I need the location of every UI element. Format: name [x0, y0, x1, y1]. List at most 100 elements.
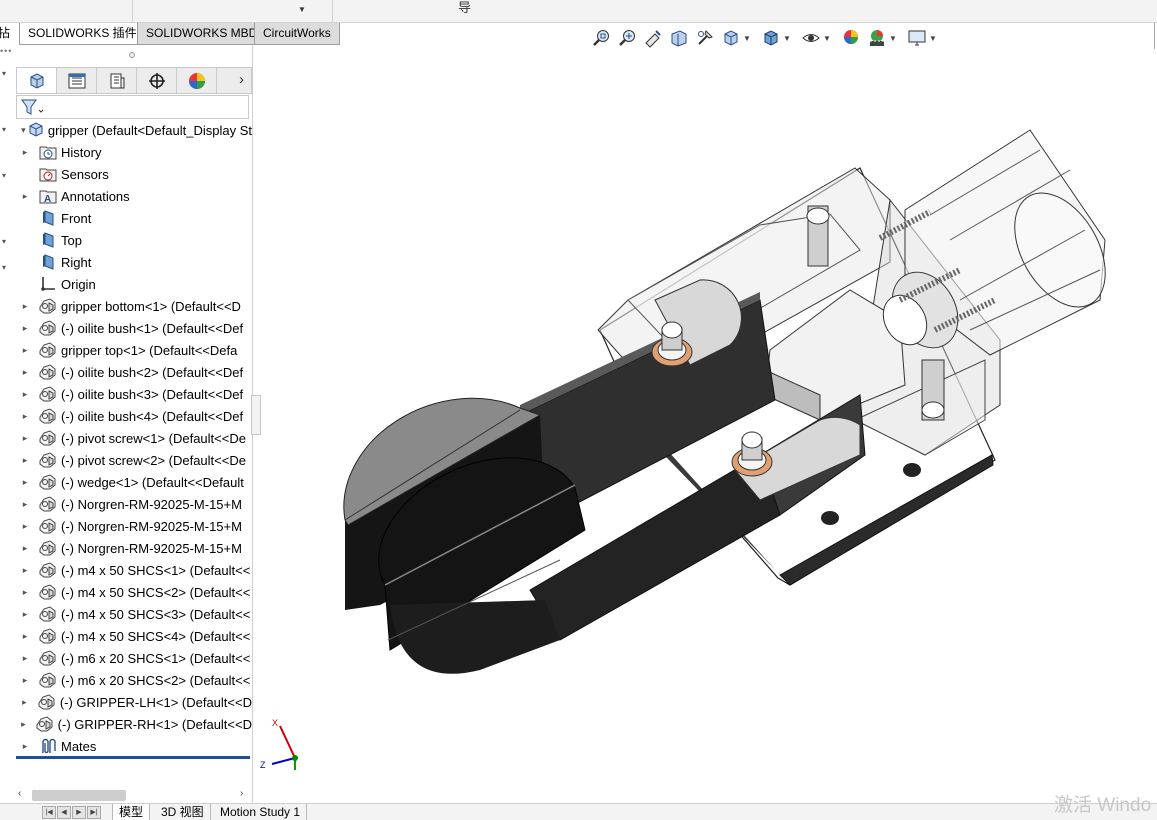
chevron-down-icon[interactable]: ▼ [783, 34, 791, 43]
expand-arrow-icon[interactable]: ▸ [20, 565, 30, 576]
tree-root-gripper[interactable]: ▾ gripper (Default<Default_Display St [16, 119, 252, 141]
tab-solidworks-addins[interactable]: SOLIDWORKS 插件 [19, 23, 146, 45]
tree-item[interactable]: ▸ A Annotations [16, 185, 252, 207]
tree-item[interactable]: ▸ (-) pivot screw<1> (Default<<De [16, 427, 252, 449]
expand-arrow-icon[interactable]: ▾ [20, 125, 27, 136]
tree-item[interactable]: ▸ (-) pivot screw<2> (Default<<De [16, 449, 252, 471]
expand-arrow-icon[interactable]: ▸ [20, 631, 30, 642]
filter-icon[interactable] [20, 98, 46, 118]
tree-item[interactable]: ▸ (-) m4 x 50 SHCS<2> (Default<< [16, 581, 252, 603]
part-icon [35, 715, 55, 733]
tree-item[interactable]: ▸ gripper top<1> (Default<<Defa [16, 339, 252, 361]
tab-3d-views[interactable]: 3D 视图 [155, 804, 211, 820]
tree-item[interactable]: ▸ History [16, 141, 252, 163]
tree-item-label: (-) oilite bush<4> (Default<<Def [61, 408, 244, 424]
chevron-down-icon[interactable]: ▼ [823, 34, 831, 43]
tree-item[interactable]: ▸ (-) GRIPPER-LH<1> (Default<<D [16, 691, 252, 713]
tree-item-label: (-) pivot screw<1> (Default<<De [61, 430, 246, 446]
expand-arrow-icon[interactable]: ▸ [20, 455, 30, 466]
tree-item[interactable]: ▸ (-) Norgren-RM-92025-M-15+M [16, 537, 252, 559]
expand-arrow-icon[interactable]: ▸ [20, 675, 30, 686]
tree-item[interactable]: ▸ (-) m6 x 20 SHCS<1> (Default<< [16, 647, 252, 669]
expand-arrow-icon[interactable]: ▸ [20, 345, 30, 356]
collapsed-panel-marks: ▾ ▾ ▾ ▾ ▾ [2, 69, 7, 272]
nav-label: 导 [458, 0, 472, 15]
tree-item[interactable]: ▸ (-) GRIPPER-RH<1> (Default<<D [16, 713, 252, 735]
tab-circuitworks[interactable]: CircuitWorks [254, 23, 340, 45]
prev-tab-icon[interactable]: ◀ [57, 806, 71, 819]
tab-display-manager[interactable] [177, 68, 217, 93]
tab-configuration-manager[interactable] [97, 68, 137, 93]
chevron-right-icon[interactable]: › [239, 71, 244, 88]
tree-item[interactable]: ▸ (-) m6 x 20 SHCS<2> (Default<< [16, 669, 252, 691]
chevron-down-icon[interactable]: ▼ [298, 5, 306, 14]
tree-filter[interactable] [16, 95, 249, 119]
tree-item[interactable]: ▸ (-) m4 x 50 SHCS<4> (Default<< [16, 625, 252, 647]
expand-arrow-icon[interactable]: ▸ [20, 367, 30, 378]
tree-horizontal-scrollbar[interactable]: ‹ › [16, 788, 250, 803]
tree-item-label: (-) m4 x 50 SHCS<3> (Default<< [61, 606, 251, 622]
next-tab-icon[interactable]: ▶ [72, 806, 86, 819]
expand-arrow-icon[interactable]: ▸ [20, 741, 30, 752]
scroll-right-icon[interactable]: › [240, 788, 243, 799]
tree-item[interactable]: ▸ gripper bottom<1> (Default<<D [16, 295, 252, 317]
tree-item[interactable]: ▸ (-) wedge<1> (Default<<Default [16, 471, 252, 493]
expand-arrow-icon[interactable]: ▸ [20, 697, 29, 708]
chevron-down-icon[interactable]: ▼ [929, 34, 937, 43]
expand-arrow-icon[interactable]: ▸ [20, 719, 27, 730]
part-icon [38, 539, 58, 557]
expand-arrow-icon[interactable]: ▸ [20, 411, 30, 422]
part-icon [38, 319, 58, 337]
tree-root-label: gripper (Default<Default_Display St [47, 122, 252, 138]
panel-handle[interactable] [129, 52, 135, 58]
tab-solidworks-mbd[interactable]: SOLIDWORKS MBD [137, 23, 267, 45]
tree-item[interactable]: Origin [16, 273, 252, 295]
tree-item[interactable]: ▸ (-) Norgren-RM-92025-M-15+M [16, 515, 252, 537]
tree-item[interactable]: Right [16, 251, 252, 273]
pneumatic-cylinder[interactable] [875, 129, 1124, 360]
tab-navigation: |◀ ◀ ▶ ▶| [42, 806, 102, 819]
triad-origin [292, 755, 298, 761]
tree-item[interactable]: ▸ (-) Norgren-RM-92025-M-15+M [16, 493, 252, 515]
chevron-down-icon[interactable]: ▼ [743, 34, 751, 43]
tree-item[interactable]: ▸ (-) m4 x 50 SHCS<3> (Default<< [16, 603, 252, 625]
tree-item[interactable]: ▸ (-) oilite bush<2> (Default<<Def [16, 361, 252, 383]
tab-property-manager[interactable] [57, 68, 97, 93]
tree-item[interactable]: ▸ (-) m4 x 50 SHCS<1> (Default<< [16, 559, 252, 581]
expand-arrow-icon[interactable]: ▸ [20, 323, 30, 334]
part-icon [38, 583, 58, 601]
tab-model[interactable]: 模型 [112, 804, 151, 820]
first-tab-icon[interactable]: |◀ [42, 806, 56, 819]
expand-arrow-icon[interactable]: ▸ [20, 521, 30, 532]
expand-arrow-icon[interactable]: ▸ [20, 147, 30, 158]
expand-arrow-icon[interactable]: ▸ [20, 653, 30, 664]
expand-arrow-icon[interactable]: ▸ [20, 609, 30, 620]
tree-item[interactable]: Sensors [16, 163, 252, 185]
tree-item[interactable]: ▸ (-) oilite bush<4> (Default<<Def [16, 405, 252, 427]
expand-arrow-icon[interactable]: ▸ [20, 477, 30, 488]
expand-arrow-icon[interactable]: ▸ [20, 587, 30, 598]
expand-arrow-icon[interactable]: ▸ [20, 499, 30, 510]
tree-item[interactable]: ▸ (-) oilite bush<3> (Default<<Def [16, 383, 252, 405]
last-tab-icon[interactable]: ▶| [87, 806, 101, 819]
tree-item[interactable]: Front [16, 207, 252, 229]
expand-arrow-icon[interactable]: ▸ [20, 389, 30, 400]
tab-motion-study[interactable]: Motion Study 1 [214, 804, 308, 820]
tab-feature-tree[interactable] [17, 68, 57, 93]
tree-item[interactable]: ▸ Mates [16, 735, 252, 757]
tree-item[interactable]: Top [16, 229, 252, 251]
graphics-viewport[interactable] [253, 45, 1157, 803]
expand-arrow-icon[interactable]: ▸ [20, 191, 30, 202]
expand-arrow-icon[interactable]: ▸ [20, 301, 30, 312]
tree-item[interactable]: ▸ (-) oilite bush<1> (Default<<Def [16, 317, 252, 339]
tree-item-label: (-) pivot screw<2> (Default<<De [61, 452, 246, 468]
part-icon [38, 605, 58, 623]
tab-partial[interactable]: 拈 [0, 23, 10, 44]
expand-arrow-icon[interactable]: ▸ [20, 433, 30, 444]
tab-dimxpert[interactable] [137, 68, 177, 93]
chevron-down-icon[interactable]: ▼ [889, 34, 897, 43]
scroll-left-icon[interactable]: ‹ [18, 788, 21, 799]
scroll-thumb[interactable] [32, 790, 126, 801]
expand-arrow-icon[interactable]: ▸ [20, 543, 30, 554]
part-icon [38, 561, 58, 579]
